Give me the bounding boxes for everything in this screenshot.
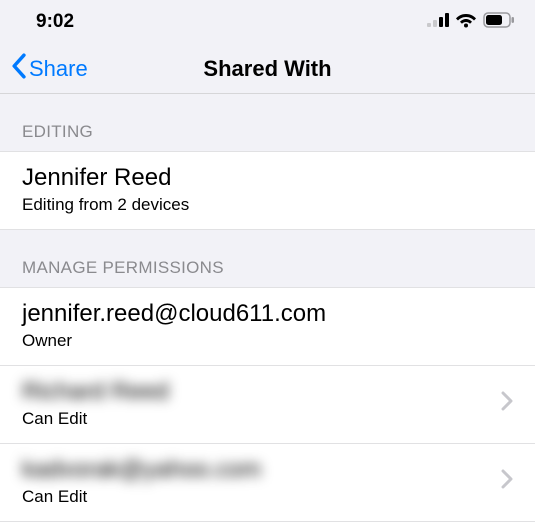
- permission-label: Richard Reed: [22, 376, 169, 407]
- editing-name: Jennifer Reed: [22, 162, 513, 193]
- permission-row-content: Richard ReedCan Edit: [22, 376, 169, 431]
- status-bar: 9:02: [0, 0, 535, 44]
- battery-icon: [483, 12, 515, 33]
- chevron-left-icon: [10, 53, 27, 85]
- permission-row[interactable]: kadvorak@yahoo.comCan Edit: [0, 444, 535, 522]
- back-label: Share: [29, 56, 88, 82]
- section-header-manage: MANAGE PERMISSIONS: [0, 230, 535, 287]
- permission-row-content: jennifer.reed@cloud611.comOwner: [22, 298, 326, 353]
- permission-label: kadvorak@yahoo.com: [22, 454, 261, 485]
- editing-row: Jennifer Reed Editing from 2 devices: [0, 151, 535, 230]
- permission-label: jennifer.reed@cloud611.com: [22, 298, 326, 329]
- cellular-icon: [427, 13, 449, 32]
- permission-role: Owner: [22, 329, 326, 353]
- back-button[interactable]: Share: [10, 53, 88, 85]
- status-time: 9:02: [36, 11, 74, 33]
- editing-subtitle: Editing from 2 devices: [22, 193, 513, 217]
- nav-bar: Share Shared With: [0, 44, 535, 94]
- permission-role: Can Edit: [22, 407, 169, 431]
- status-icons: [427, 12, 515, 33]
- wifi-icon: [455, 12, 477, 33]
- chevron-right-icon: [501, 391, 513, 416]
- permission-row: jennifer.reed@cloud611.comOwner: [0, 287, 535, 366]
- section-header-editing: EDITING: [0, 94, 535, 151]
- permission-role: Can Edit: [22, 485, 261, 509]
- permission-row[interactable]: Richard ReedCan Edit: [0, 366, 535, 444]
- chevron-right-icon: [501, 469, 513, 494]
- permission-row-content: kadvorak@yahoo.comCan Edit: [22, 454, 261, 509]
